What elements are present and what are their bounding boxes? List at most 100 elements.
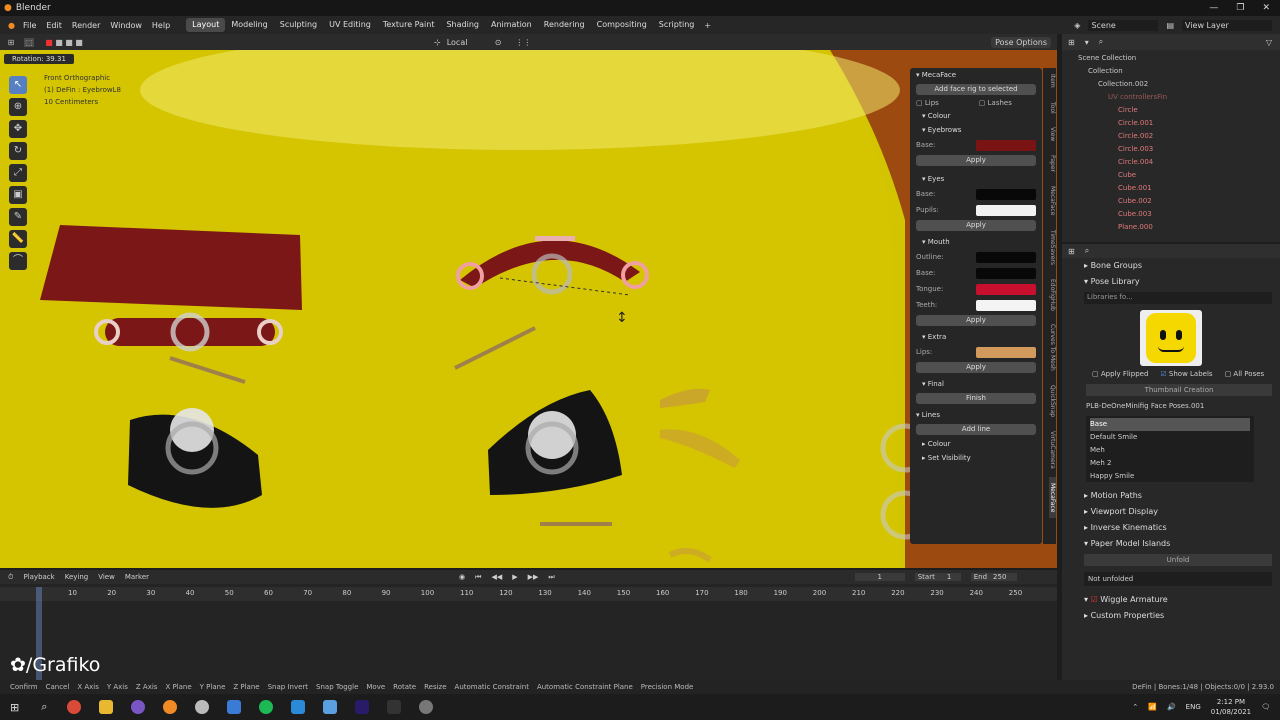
wifi-icon[interactable]: 📶 xyxy=(1148,703,1157,711)
scene-collection[interactable]: Scene Collection xyxy=(1078,52,1280,65)
display-mode-icon[interactable]: ▾ xyxy=(1085,38,1089,47)
tongue-swatch[interactable] xyxy=(976,283,1036,295)
outliner-item[interactable]: Circle.003 xyxy=(1078,143,1280,156)
measure-tool-icon[interactable]: 📏 xyxy=(9,230,27,248)
outliner-item[interactable]: Circle.001 xyxy=(1078,117,1280,130)
bone-tool-icon[interactable]: ⌒ xyxy=(9,252,27,270)
properties-editor-icon[interactable]: ⊞ xyxy=(1068,247,1075,256)
menu-render[interactable]: Render xyxy=(72,21,100,30)
extra-section[interactable]: ▾ Extra xyxy=(910,330,1042,344)
tab-curves-to-mesh[interactable]: Curves To Mesh xyxy=(1049,318,1056,377)
bone-groups-panel[interactable]: ▸ Bone Groups xyxy=(1062,258,1280,274)
menu-file[interactable]: File xyxy=(23,21,36,30)
viewport-display-panel[interactable]: ▸ Viewport Display xyxy=(1062,504,1280,520)
tab-scripting[interactable]: Scripting xyxy=(653,18,701,32)
scale-tool-icon[interactable]: ⤢ xyxy=(9,164,27,182)
unfold-button[interactable]: Unfold xyxy=(1084,554,1272,566)
next-key-icon[interactable]: ▶▶ xyxy=(528,573,539,581)
select-mode-icon[interactable]: ■ xyxy=(44,38,54,47)
final-section[interactable]: ▾ Final xyxy=(910,377,1042,391)
app-icon[interactable] xyxy=(227,700,242,714)
outliner-item[interactable]: Collection xyxy=(1078,65,1280,78)
volume-icon[interactable]: 🔊 xyxy=(1167,703,1176,711)
outliner-editor-icon[interactable]: ⊞ xyxy=(1068,38,1075,47)
premiere-icon[interactable] xyxy=(355,700,370,714)
menu-edit[interactable]: Edit xyxy=(46,21,62,30)
select-mode-4-icon[interactable]: ■ xyxy=(74,38,84,47)
tab-item[interactable]: Item xyxy=(1049,68,1056,94)
apply-mouth-button[interactable]: Apply xyxy=(916,315,1036,326)
tab-mecaface[interactable]: MecaFace xyxy=(1049,180,1056,221)
lines-section[interactable]: ▾ Lines xyxy=(910,408,1042,422)
libraries-field[interactable]: Libraries fo... xyxy=(1084,292,1272,304)
outliner-item[interactable]: UV controllersFin xyxy=(1078,91,1280,104)
teeth-swatch[interactable] xyxy=(976,299,1036,311)
jump-start-icon[interactable]: ⏮ xyxy=(475,573,481,582)
minimize-icon[interactable]: — xyxy=(1209,3,1218,13)
inverse-kinematics-panel[interactable]: ▸ Inverse Kinematics xyxy=(1062,520,1280,536)
end-frame-field[interactable]: End 250 xyxy=(970,573,1017,581)
list-item[interactable]: Meh 2 xyxy=(1090,457,1250,470)
apply-eyebrows-button[interactable]: Apply xyxy=(916,155,1036,166)
outliner-item[interactable]: Cube.003 xyxy=(1078,208,1280,221)
tab-timesavers[interactable]: TimeSavers xyxy=(1049,224,1056,271)
outliner-item[interactable]: Cube.002 xyxy=(1078,195,1280,208)
vscode-icon[interactable] xyxy=(291,700,306,714)
mecaface-header[interactable]: ▾ MecaFace xyxy=(910,68,1042,82)
tab-paper[interactable]: Paper xyxy=(1049,149,1056,178)
thumbnail-creation-panel[interactable]: Thumbnail Creation xyxy=(1086,384,1272,396)
taskbar-search-icon[interactable]: ⌕ xyxy=(41,700,47,714)
editor-type-icon[interactable]: ⊞ xyxy=(6,38,16,47)
outliner-item[interactable]: Circle.002 xyxy=(1078,130,1280,143)
app-icon[interactable] xyxy=(323,700,338,714)
annotate-tool-icon[interactable]: ✎ xyxy=(9,208,27,226)
tab-rendering[interactable]: Rendering xyxy=(538,18,591,32)
app-icon[interactable] xyxy=(195,700,210,714)
blender-taskbar-icon[interactable] xyxy=(163,700,178,714)
eyes-base-swatch[interactable] xyxy=(976,188,1036,200)
motion-paths-panel[interactable]: ▸ Motion Paths xyxy=(1062,488,1280,504)
search-icon[interactable]: ⌕ xyxy=(1099,37,1103,47)
set-visibility-section[interactable]: ▸ Set Visibility xyxy=(910,451,1042,465)
tab-quicksnap[interactable]: QuickSnap xyxy=(1049,379,1056,423)
wiggle-armature-panel[interactable]: ▾ ☑ Wiggle Armature xyxy=(1062,592,1280,608)
select-box-icon[interactable]: ⬚ xyxy=(24,37,34,47)
lips-swatch[interactable] xyxy=(976,346,1036,358)
start-frame-field[interactable]: Start 1 xyxy=(914,573,961,581)
maximize-icon[interactable]: ❐ xyxy=(1236,3,1244,13)
timeline-editor-icon[interactable]: ⏱ xyxy=(8,573,13,582)
pupils-swatch[interactable] xyxy=(976,204,1036,216)
chrome-icon[interactable] xyxy=(67,700,82,714)
prev-key-icon[interactable]: ◀◀ xyxy=(491,573,502,581)
keying-menu[interactable]: Keying xyxy=(65,573,89,581)
add-face-rig-button[interactable]: Add face rig to selected xyxy=(916,84,1036,95)
transform-space-select[interactable]: Local xyxy=(447,38,481,47)
view-layer-selector[interactable]: View Layer xyxy=(1182,19,1272,31)
clock[interactable]: 2:12 PM 01/08/2021 xyxy=(1211,697,1251,717)
list-item[interactable]: Meh xyxy=(1090,444,1250,457)
tab-shading[interactable]: Shading xyxy=(440,18,485,32)
list-item[interactable]: Happy Smile xyxy=(1090,470,1250,483)
mouth-base-swatch[interactable] xyxy=(976,267,1036,279)
menu-window[interactable]: Window xyxy=(110,21,142,30)
show-labels-checkbox[interactable]: ☑ Show Labels xyxy=(1160,370,1212,378)
snap-icon[interactable]: ⋮⋮ xyxy=(515,38,531,47)
playback-menu[interactable]: Playback xyxy=(23,573,54,581)
rotate-tool-icon[interactable]: ↻ xyxy=(9,142,27,160)
transform-tool-icon[interactable]: ▣ xyxy=(9,186,27,204)
mouth-section[interactable]: ▾ Mouth xyxy=(910,235,1042,249)
3d-viewport[interactable]: ↕ Rotation: 39.31 Front Orthographic (1)… xyxy=(0,50,1057,568)
blender-menu-icon[interactable]: ● xyxy=(8,21,15,30)
record-icon[interactable]: ◉ xyxy=(459,573,465,581)
language-indicator[interactable]: ENG xyxy=(1186,703,1201,711)
tab-mecaface-active[interactable]: MecaFace xyxy=(1049,476,1056,519)
pose-library-select[interactable]: PLB-DeOneMinifig Face Poses.001 xyxy=(1086,402,1272,414)
eyes-section[interactable]: ▾ Eyes xyxy=(910,172,1042,186)
select-mode-2-icon[interactable]: ■ xyxy=(54,38,64,47)
outliner-item[interactable]: Plane.000 xyxy=(1078,221,1280,234)
app-icon[interactable] xyxy=(131,700,146,714)
properties-search-icon[interactable]: ⌕ xyxy=(1085,246,1089,256)
file-explorer-icon[interactable] xyxy=(99,700,114,714)
windows-start-icon[interactable]: ⊞ xyxy=(10,701,19,714)
all-poses-checkbox[interactable]: ▢ All Poses xyxy=(1225,370,1265,378)
